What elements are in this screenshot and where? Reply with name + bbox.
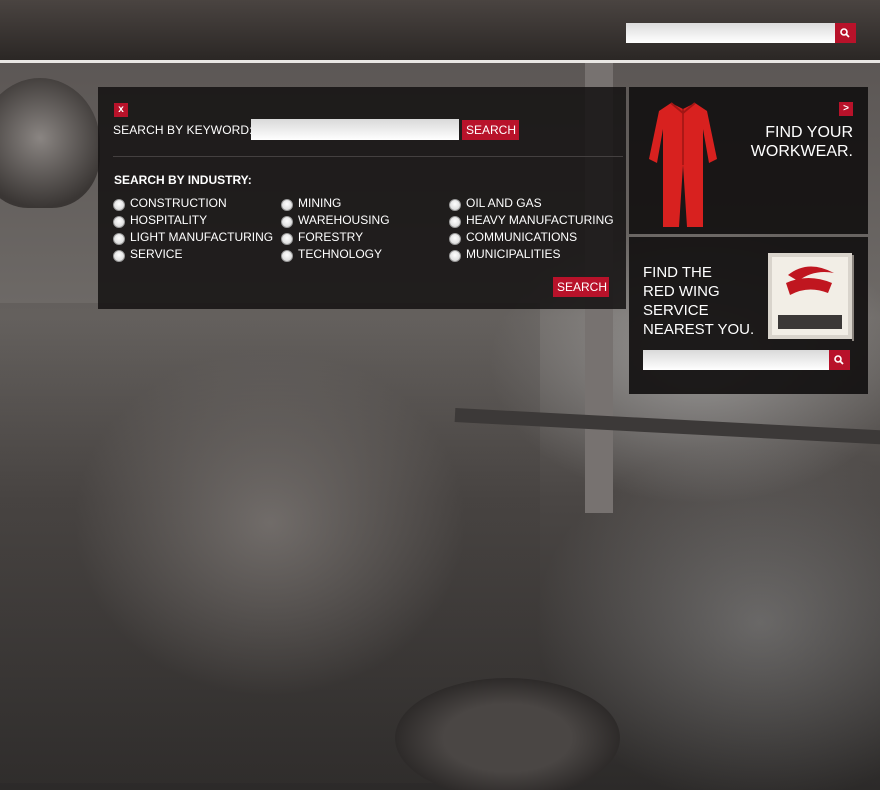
industry-option-label: FORESTRY [298, 229, 364, 244]
industry-option-communications[interactable]: COMMUNICATIONS [449, 228, 577, 245]
coverall-image [649, 102, 717, 227]
close-panel-button[interactable]: x [114, 103, 128, 117]
store-title-line3: SERVICE [643, 302, 709, 319]
radio-button[interactable] [449, 198, 461, 211]
radio-button[interactable] [113, 232, 125, 245]
store-title-line1: FIND THE [643, 264, 712, 281]
panel-divider [113, 156, 623, 157]
radio-button[interactable] [449, 232, 461, 245]
search-icon [840, 28, 850, 38]
store-title-line2: RED WING [643, 283, 720, 300]
industry-option-municipalities[interactable]: MUNICIPALITIES [449, 245, 560, 262]
store-locator-title: FIND THE RED WING SERVICE NEAREST YOU. [643, 263, 783, 339]
industry-option-oil-and-gas[interactable]: OIL AND GAS [449, 194, 542, 211]
industry-option-heavy-manufacturing[interactable]: HEAVY MANUFACTURING [449, 211, 614, 228]
industry-option-construction[interactable]: CONSTRUCTION [113, 194, 227, 211]
workwear-title-line2: WORKWEAR. [750, 143, 853, 160]
store-title-line4: NEAREST YOU. [643, 321, 755, 338]
hero-hatch [395, 678, 620, 790]
radio-button[interactable] [113, 215, 125, 228]
radio-button[interactable] [449, 249, 461, 262]
industry-option-label: SERVICE [130, 246, 183, 261]
industry-option-technology[interactable]: TECHNOLOGY [281, 245, 382, 262]
industry-option-light-manufacturing[interactable]: LIGHT MANUFACTURING [113, 228, 273, 245]
radio-button[interactable] [113, 249, 125, 262]
top-bar [0, 0, 880, 60]
industry-option-label: MUNICIPALITIES [466, 246, 561, 261]
header-search-button[interactable] [835, 23, 856, 43]
header-search [626, 23, 856, 43]
store-search-button[interactable] [829, 350, 850, 370]
store-locator-promo: FIND THE RED WING SERVICE NEAREST YOU. [629, 237, 868, 394]
industry-option-hospitality[interactable]: HOSPITALITY [113, 211, 207, 228]
radio-button[interactable] [281, 249, 293, 262]
industry-option-warehousing[interactable]: WAREHOUSING [281, 211, 390, 228]
chevron-right-icon: > [843, 103, 849, 114]
radio-button[interactable] [281, 215, 293, 228]
close-icon: x [118, 104, 124, 115]
store-search [643, 350, 850, 370]
keyword-label: SEARCH BY KEYWORD: [113, 123, 253, 137]
industry-option-label: MINING [298, 195, 342, 210]
shoe-store-sign-image [768, 253, 854, 341]
radio-button[interactable] [449, 215, 461, 228]
workwear-title-line1: FIND YOUR [765, 124, 853, 141]
store-search-input[interactable] [643, 350, 829, 370]
workwear-promo-title: FIND YOUR WORKWEAR. [723, 123, 853, 161]
industry-option-label: TECHNOLOGY [298, 246, 383, 261]
workwear-promo[interactable]: > FIND YOUR WORKWEAR. [629, 87, 868, 234]
industry-option-service[interactable]: SERVICE [113, 245, 182, 262]
industry-option-label: CONSTRUCTION [130, 195, 227, 210]
search-panel: x SEARCH BY KEYWORD: SEARCH SEARCH BY IN… [98, 87, 626, 309]
industry-option-mining[interactable]: MINING [281, 194, 341, 211]
radio-button[interactable] [281, 232, 293, 245]
industry-option-label: WAREHOUSING [298, 212, 390, 227]
radio-button[interactable] [113, 198, 125, 211]
industry-option-label: COMMUNICATIONS [466, 229, 578, 244]
industry-label: SEARCH BY INDUSTRY: [114, 173, 252, 187]
search-icon [834, 355, 844, 365]
header-search-input[interactable] [626, 23, 835, 43]
radio-button[interactable] [281, 198, 293, 211]
hero-helmet [0, 78, 100, 208]
industry-option-label: HOSPITALITY [130, 212, 208, 227]
keyword-search-input[interactable] [251, 119, 459, 140]
industry-option-label: OIL AND GAS [466, 195, 542, 210]
industry-option-forestry[interactable]: FORESTRY [281, 228, 363, 245]
industry-option-label: HEAVY MANUFACTURING [466, 212, 614, 227]
industry-search-button[interactable]: SEARCH [553, 277, 609, 297]
workwear-arrow-button[interactable]: > [839, 102, 853, 116]
industry-option-label: LIGHT MANUFACTURING [130, 229, 274, 244]
keyword-search-button[interactable]: SEARCH [462, 120, 519, 140]
